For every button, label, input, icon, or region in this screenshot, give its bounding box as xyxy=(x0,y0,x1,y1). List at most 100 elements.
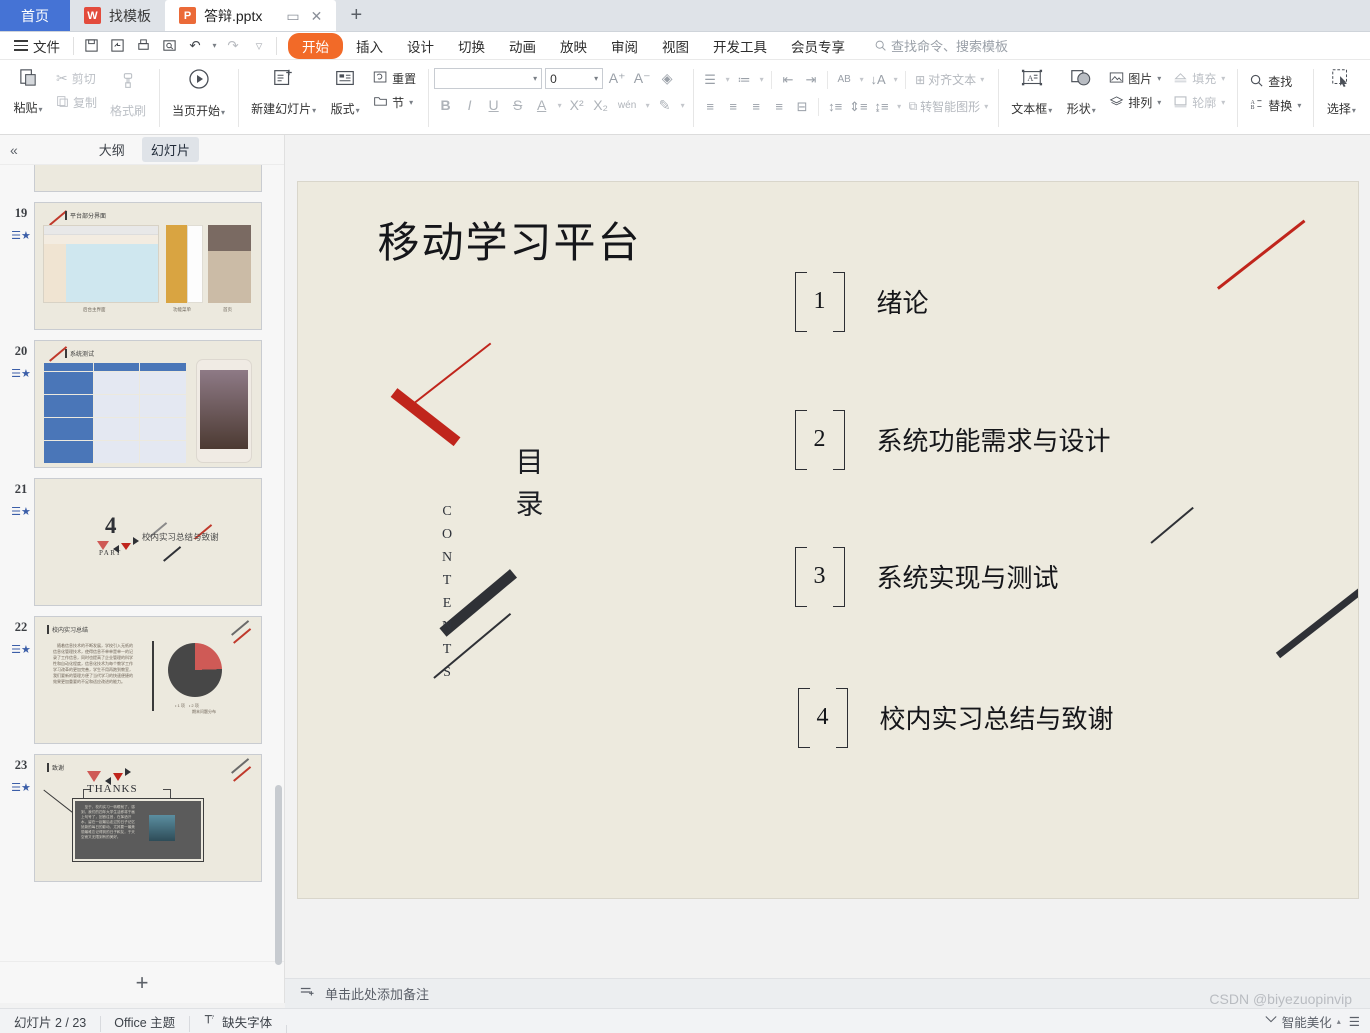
reset-button[interactable]: 重置 xyxy=(367,66,422,90)
slide-thumbnail-list[interactable]: PART 19 ☰★ 平台部分界面 xyxy=(0,165,284,961)
thumbnail-item-22[interactable]: 22 ☰★ 校内实习总结 随着信息技术的不断发展，学校引入无纸的信息化管理技术，… xyxy=(0,611,284,749)
file-menu-button[interactable]: 文件 xyxy=(6,36,68,56)
align-left-button[interactable]: ≡ xyxy=(699,95,721,118)
missing-font-indicator[interactable]: ? 缺失字体 xyxy=(189,1012,286,1032)
section-button[interactable]: 节 ▾ xyxy=(367,90,422,114)
agenda-item-4[interactable]: 4 校内实习总结与致谢 xyxy=(797,688,1114,748)
thumbnail-item-20[interactable]: 20 ☰★ 系统测试 xyxy=(0,335,284,473)
menu-item-animation[interactable]: 动画 xyxy=(498,33,547,59)
clear-format-icon[interactable]: ◈ xyxy=(656,68,678,89)
underline-button[interactable]: U xyxy=(482,94,505,116)
highlight-caret-icon[interactable]: ▾ xyxy=(677,94,687,116)
animation-star-icon[interactable]: ☰★ xyxy=(11,367,31,380)
italic-button[interactable]: I xyxy=(458,94,481,116)
font-color-button[interactable]: A xyxy=(530,94,553,116)
thumbnail-item-partial[interactable]: PART xyxy=(0,165,284,197)
slide-canvas[interactable]: 移动学习平台 目 录 C O N T E N T S 1 绪论 2 系统功能需求… xyxy=(296,181,1359,899)
decrease-font-size-button[interactable]: A⁻ xyxy=(631,68,653,89)
slide-thumbnail-19[interactable]: 平台部分界面 后台主界面 功能菜单 首页 xyxy=(34,202,262,330)
menu-item-review[interactable]: 审阅 xyxy=(600,33,649,59)
distribute-button[interactable]: ⊟ xyxy=(791,95,813,118)
agenda-item-3[interactable]: 3 系统实现与测试 xyxy=(794,547,1059,607)
smart-beautify-button[interactable]: 智能美化 ▴ xyxy=(1264,1012,1341,1031)
pinyin-guide-button[interactable]: wén xyxy=(613,94,641,116)
increase-indent-button[interactable]: ⇥ xyxy=(800,68,822,91)
menu-item-start[interactable]: 开始 xyxy=(288,32,343,59)
undo-caret-icon[interactable]: ▾ xyxy=(209,35,219,57)
collapse-panel-icon[interactable]: « xyxy=(10,142,18,158)
add-slide-button[interactable]: + xyxy=(0,961,284,1003)
slide-thumbnail-partial[interactable]: PART xyxy=(34,165,262,192)
save-as-icon[interactable] xyxy=(105,35,129,57)
theme-indicator[interactable]: Office 主题 xyxy=(100,1012,189,1032)
font-name-input[interactable]: ▾ xyxy=(434,68,543,89)
pinyin-caret-icon[interactable]: ▾ xyxy=(642,94,652,116)
beautify-caret-icon[interactable]: ▴ xyxy=(1337,1017,1341,1026)
save-icon[interactable] xyxy=(79,35,103,57)
justify-button[interactable]: ≡ xyxy=(768,95,790,118)
replace-button[interactable]: AB 替换 ▾ xyxy=(1243,93,1307,117)
superscript-button[interactable]: X² xyxy=(565,94,588,116)
align-text-button[interactable]: ⊞ 对齐文本 ▾ xyxy=(911,68,988,91)
numbered-list-button[interactable]: ≔ xyxy=(733,68,755,91)
increase-font-size-button[interactable]: A⁺ xyxy=(606,68,628,89)
textbox-button[interactable]: A 文本框▾ xyxy=(1004,63,1059,117)
tab-find-template[interactable]: W 找模板 xyxy=(70,0,165,31)
font-size-caret-icon[interactable]: ▾ xyxy=(594,74,598,83)
font-name-caret-icon[interactable]: ▾ xyxy=(533,74,537,83)
picture-button[interactable]: 图片 ▾ xyxy=(1103,66,1167,90)
notes-bar[interactable]: 单击此处添加备注 xyxy=(285,978,1370,1008)
animation-star-icon[interactable]: ☰★ xyxy=(11,229,31,242)
menu-item-slideshow[interactable]: 放映 xyxy=(549,33,598,59)
arrange-button[interactable]: 排列 ▾ xyxy=(1103,90,1167,114)
agenda-item-1[interactable]: 1 绪论 xyxy=(794,272,929,332)
menu-item-transition[interactable]: 切换 xyxy=(447,33,496,59)
slide-counter[interactable]: 幻灯片 2 / 23 xyxy=(0,1012,100,1031)
slide-thumbnail-20[interactable]: 系统测试 xyxy=(34,340,262,468)
line-spacing-button[interactable]: ↕≡ xyxy=(824,95,846,118)
paragraph-spacing-button[interactable]: ⇕≡ xyxy=(847,95,869,118)
command-search[interactable]: 查找命令、搜索模板 xyxy=(874,36,1008,55)
tab-slides[interactable]: 幻灯片 xyxy=(141,137,199,162)
bullet-list-button[interactable]: ☰ xyxy=(699,68,721,91)
bold-button[interactable]: B xyxy=(434,94,457,116)
numbered-list-caret-icon[interactable]: ▾ xyxy=(756,68,766,91)
menu-item-member[interactable]: 会员专享 xyxy=(780,33,856,59)
tab-outline[interactable]: 大纲 xyxy=(90,137,134,162)
menu-item-insert[interactable]: 插入 xyxy=(345,33,394,59)
layout-button[interactable]: 版式▾ xyxy=(323,63,367,117)
menu-item-developer[interactable]: 开发工具 xyxy=(702,33,778,59)
new-tab-button[interactable]: + xyxy=(336,0,377,31)
select-button[interactable]: 选择▾ xyxy=(1319,63,1363,117)
close-icon[interactable]: ✕ xyxy=(311,9,323,23)
menu-item-design[interactable]: 设计 xyxy=(396,33,445,59)
tab-pptx-file[interactable]: P 答辩.pptx ▭ ✕ xyxy=(165,0,337,31)
font-size-input[interactable]: 0 ▾ xyxy=(545,68,604,89)
sort-button[interactable]: ↓A xyxy=(867,68,889,91)
present-from-current-button[interactable]: 当页开始▾ xyxy=(165,63,232,119)
customize-toolbar-icon[interactable]: ▿ xyxy=(247,35,271,57)
convert-to-smartart-button[interactable]: ⧉ 转智能图形 ▾ xyxy=(905,95,993,118)
line-height-caret-icon[interactable]: ▾ xyxy=(894,95,904,118)
slide-title[interactable]: 移动学习平台 xyxy=(378,209,642,270)
tab-home[interactable]: 首页 xyxy=(0,0,70,31)
slide-thumbnail-21[interactable]: 4 PART 校内实习总结与致谢 xyxy=(34,478,262,606)
thumbnail-item-21[interactable]: 21 ☰★ 4 PART 校内实习总结与致谢 xyxy=(0,473,284,611)
font-color-caret-icon[interactable]: ▾ xyxy=(554,94,564,116)
thumbnail-scrollbar[interactable] xyxy=(275,785,282,965)
undo-icon[interactable]: ↶ xyxy=(183,35,207,57)
highlight-icon[interactable]: ✎ xyxy=(653,94,676,116)
new-slide-button[interactable]: 新建幻灯片▾ xyxy=(244,63,323,117)
slide-thumbnail-22[interactable]: 校内实习总结 随着信息技术的不断发展，学校引入无纸的信息化管理技术，使得信息不单… xyxy=(34,616,262,744)
find-button[interactable]: 查找 xyxy=(1243,69,1307,93)
animation-star-icon[interactable]: ☰★ xyxy=(11,505,31,518)
menu-item-view[interactable]: 视图 xyxy=(651,33,700,59)
text-direction-caret-icon[interactable]: ▾ xyxy=(856,68,866,91)
decrease-indent-button[interactable]: ⇤ xyxy=(777,68,799,91)
subscript-button[interactable]: X₂ xyxy=(589,94,612,116)
strikethrough-button[interactable]: S xyxy=(506,94,529,116)
line-height-button[interactable]: ↨≡ xyxy=(871,95,893,118)
thumbnail-item-19[interactable]: 19 ☰★ 平台部分界面 后台主界面 功能菜单 首页 xyxy=(0,197,284,335)
view-mode-icon[interactable]: ☰ xyxy=(1349,1014,1360,1029)
agenda-item-2[interactable]: 2 系统功能需求与设计 xyxy=(794,410,1111,470)
